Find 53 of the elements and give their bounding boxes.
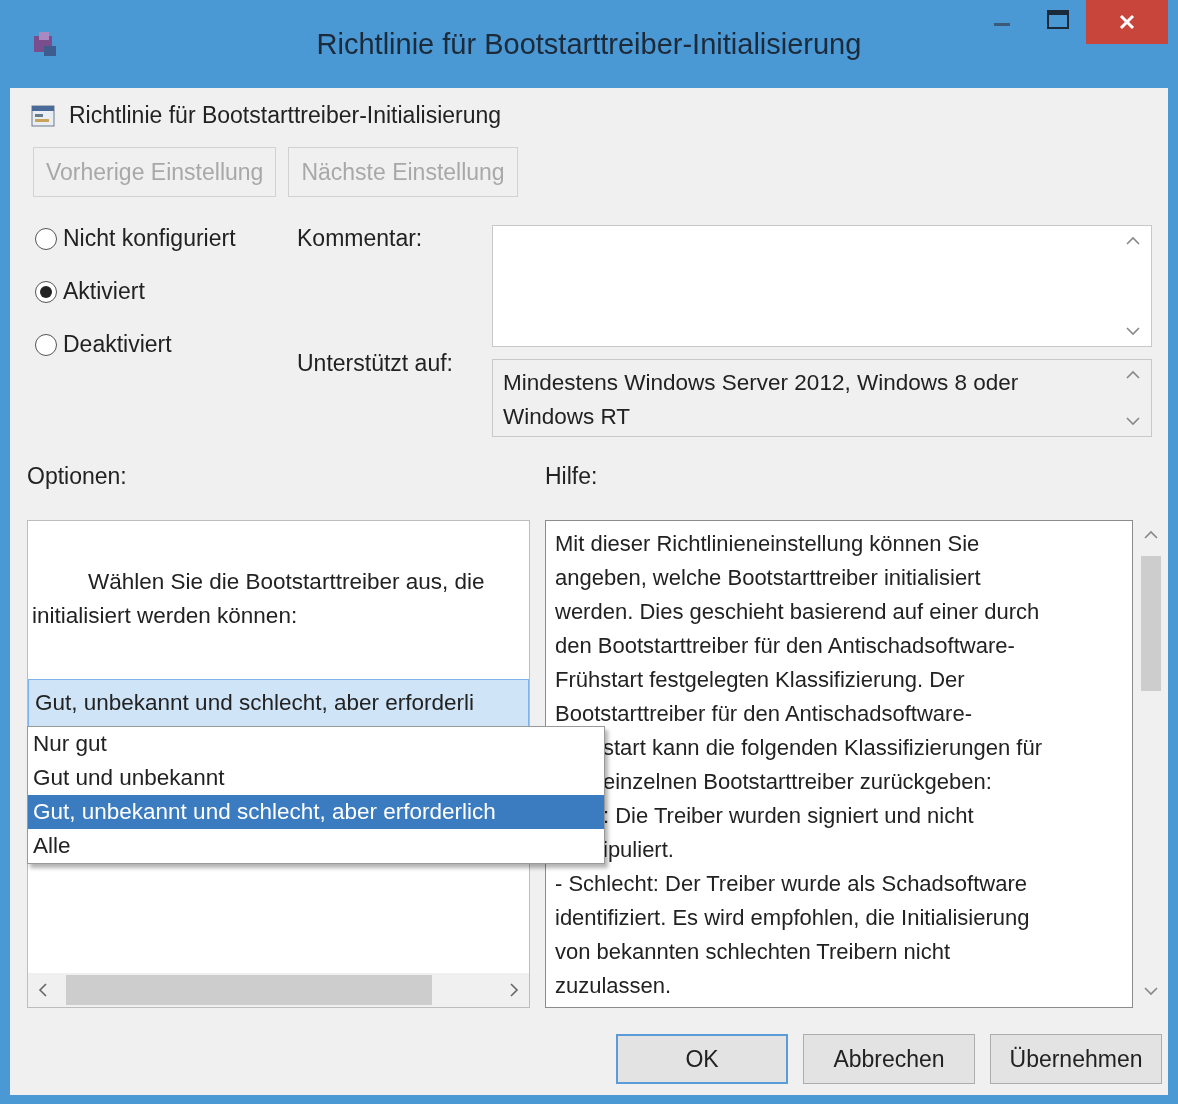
dropdown-item[interactable]: Gut und unbekannt	[28, 761, 604, 795]
scroll-left-icon[interactable]	[38, 982, 48, 998]
radio-label[interactable]: Deaktiviert	[63, 331, 172, 358]
options-description: initialisiert werden können:	[32, 603, 298, 628]
scroll-up-icon[interactable]	[1125, 370, 1141, 380]
cancel-button[interactable]: Abbrechen	[803, 1034, 975, 1084]
close-button[interactable]	[1086, 0, 1168, 44]
scroll-right-icon[interactable]	[509, 982, 519, 998]
scroll-up-icon[interactable]	[1125, 236, 1141, 246]
scroll-down-icon[interactable]	[1125, 326, 1141, 336]
supported-value: Mindestens Windows Server 2012, Windows 8 oder Windows RT	[502, 369, 1020, 431]
supported-label: Unterstützt auf:	[297, 350, 454, 377]
window-title: Richtlinie für Bootstarttreiber-Initialisierung	[316, 27, 862, 61]
help-text: angeben, welche Bootstarttreiber initialisiert	[555, 565, 981, 590]
policy-name: Richtlinie für Bootstarttreiber-Initialisierung	[69, 102, 502, 129]
classification-dropdown[interactable]: Gut, unbekannt und schlecht, aber erforderli	[28, 679, 529, 727]
scroll-down-icon[interactable]	[1125, 416, 1141, 426]
radio-button[interactable]	[35, 227, 57, 250]
apply-button[interactable]: Übernehmen	[990, 1034, 1162, 1084]
scroll-down-icon[interactable]	[1142, 986, 1159, 996]
radio-label[interactable]: Nicht konfiguriert	[63, 225, 236, 252]
help-text: Mit dieser Richtlinieneinstellung können Sie	[555, 531, 980, 556]
scrollbar-thumb[interactable]	[1140, 556, 1161, 691]
dropdown-item[interactable]: Alle	[28, 829, 604, 863]
help-text: ipuliert.	[603, 837, 674, 862]
help-text: Bootstarttreiber für den Antischadsoftware-	[555, 701, 972, 726]
help-text: einzelnen Bootstarttreiber zurückgeben:	[603, 769, 992, 794]
scroll-up-icon[interactable]	[1142, 530, 1159, 540]
help-text: von bekannten schlechten Treibern nicht	[555, 939, 951, 964]
radio-button[interactable]	[35, 333, 57, 356]
radio-button[interactable]	[35, 280, 57, 303]
help-text: : Die Treiber wurden signiert und nicht	[603, 803, 974, 828]
comment-label: Kommentar:	[297, 225, 424, 252]
close-icon	[1118, 13, 1136, 31]
help-text: werden. Dies geschieht basierend auf einer durch	[555, 599, 1040, 624]
radio-label[interactable]: Aktiviert	[63, 278, 145, 305]
ok-button[interactable]: OK	[616, 1034, 788, 1084]
options-description: Wählen Sie die Bootstarttreiber aus, die	[88, 569, 485, 594]
help-text: start kann die folgenden Klassifizierungen für	[603, 735, 1043, 760]
help-text: Frühstart festgelegten Klassifizierung. Der	[555, 667, 965, 692]
dropdown-item[interactable]: Gut, unbekannt und schlecht, aber erforderlich	[28, 795, 604, 829]
help-label: Hilfe:	[545, 463, 599, 490]
help-text: zuzulassen.	[555, 973, 672, 998]
options-label: Optionen:	[27, 463, 128, 490]
comment-field[interactable]	[492, 225, 1152, 347]
minimize-icon	[994, 22, 1010, 26]
help-text: - Schlecht: Der Treiber wurde als Schadsoftware	[555, 871, 1027, 896]
help-text: identifiziert. Es wird empfohlen, die Initialisierung	[555, 905, 1030, 930]
maximize-icon	[1047, 10, 1069, 30]
policy-icon	[31, 104, 55, 127]
dropdown-item[interactable]: Nur gut	[28, 727, 604, 761]
help-text: den Bootstarttreiber für den Antischadsoftware-	[555, 633, 1015, 658]
scrollbar-thumb[interactable]	[66, 975, 432, 1005]
